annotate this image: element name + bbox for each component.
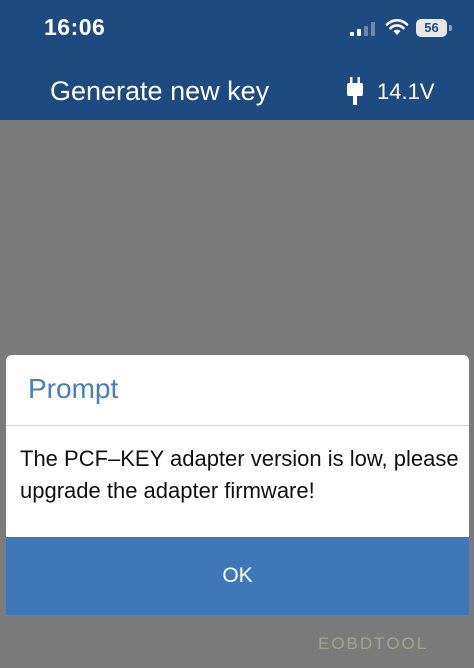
status-bar: 16:06 56 [0, 0, 474, 62]
cellular-signal-icon [350, 22, 375, 36]
voltage-reading: 14.1V [377, 79, 435, 104]
prompt-dialog: Prompt The PCF–KEY adapter version is lo… [6, 355, 469, 615]
page-title: Generate new key [50, 76, 270, 106]
status-time: 16:06 [44, 14, 106, 40]
usb-plug-icon [347, 77, 363, 105]
battery-tip [449, 25, 452, 31]
battery-icon: 56 [416, 19, 452, 37]
ok-button[interactable]: OK [6, 537, 469, 615]
watermark-logo: EOBDTOOL [318, 634, 429, 653]
battery-level: 56 [416, 19, 447, 37]
dialog-title: Prompt [28, 373, 119, 404]
dialog-divider [6, 425, 469, 426]
wifi-icon [385, 19, 409, 35]
nav-bar: Generate new key 14.1V [0, 62, 474, 120]
dialog-message: The PCF–KEY adapter version is low, plea… [20, 446, 459, 503]
app-screen: 16:06 56 Generate new key 14.1V Prompt T… [0, 0, 474, 668]
